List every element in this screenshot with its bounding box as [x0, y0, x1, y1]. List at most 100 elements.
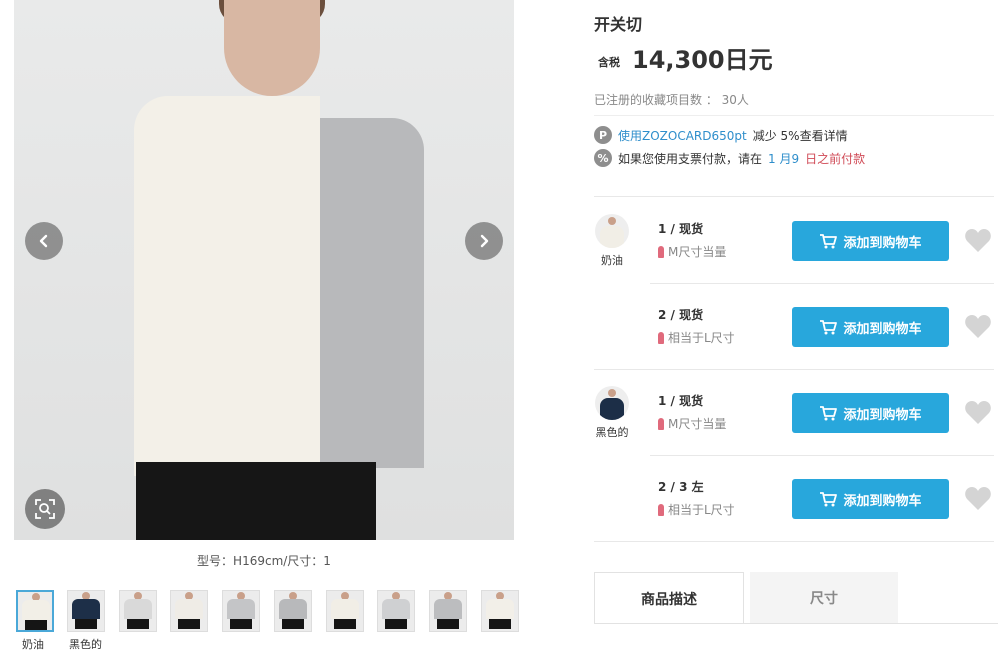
thumbnail[interactable] [170, 590, 208, 632]
thumbnail[interactable] [481, 590, 519, 632]
zozocard-promo: P 使用ZOZOCARD650pt 减少 5%查看详情 [594, 126, 848, 144]
size-note-text: 相当于L尺寸 [668, 331, 735, 345]
thumbnail[interactable] [377, 590, 415, 632]
thumbnail-skirt [334, 619, 356, 629]
color-swatch [595, 386, 629, 420]
tab-description[interactable]: 商品描述 [594, 572, 744, 624]
color-option[interactable]: 黑色的 [594, 386, 630, 440]
thumbnail[interactable] [119, 590, 157, 632]
thumbnail[interactable] [326, 590, 364, 632]
tab-divider [594, 623, 998, 624]
bill-date-month: 1 月9 [768, 151, 800, 166]
color-swatch [595, 214, 629, 248]
size-icon [658, 245, 664, 258]
favorite-heart-icon[interactable] [964, 228, 992, 254]
favorite-heart-icon[interactable] [964, 486, 992, 512]
add-to-cart-label: 添加到购物车 [843, 407, 922, 423]
favorite-heart-icon[interactable] [964, 400, 992, 426]
thumbnail-garment [279, 599, 307, 619]
thumbnail[interactable] [16, 590, 54, 632]
add-to-cart-button[interactable]: 添加到购物车 [792, 393, 949, 433]
prev-image-button[interactable] [25, 222, 63, 260]
chevron-left-icon [39, 234, 48, 248]
bill-payment-promo: % 如果您使用支票付款，请在 1 月9 日之前付款 [594, 149, 865, 167]
size-note: M尺寸当量 [658, 415, 726, 432]
divider [594, 196, 994, 197]
thumbnail-garment [227, 599, 255, 619]
zozocard-text[interactable]: 减少 5%查看详情 [753, 127, 848, 144]
thumbnail-skirt [489, 619, 511, 629]
sweater-cream-half [134, 96, 320, 476]
thumbnail-garment [331, 599, 359, 619]
stock-status: 1 / 现货 [658, 394, 704, 408]
size-icon [658, 331, 664, 344]
model-info: 型号：H169cm/尺寸：1 [197, 554, 331, 568]
thumbnail-garment [22, 600, 50, 620]
bill-text: 如果您使用支票付款，请在 [618, 151, 763, 166]
color-label: 黑色的 [595, 426, 629, 439]
cart-icon [819, 319, 838, 335]
model-skirt [136, 462, 376, 540]
next-image-button[interactable] [465, 222, 503, 260]
thumbnail-garment [124, 599, 152, 619]
cart-icon [819, 491, 838, 507]
bill-date-rest: 日之前付款 [805, 151, 866, 166]
zoom-button[interactable] [25, 489, 65, 529]
row-divider [594, 541, 994, 542]
swatch-model-head [608, 217, 616, 225]
swatch-garment [600, 398, 624, 420]
thumbnail-skirt [385, 619, 407, 629]
model-face [224, 0, 320, 96]
zozocard-link[interactable]: 使用ZOZOCARD650pt [618, 127, 747, 144]
thumbnail-label: 黑色的 [69, 638, 102, 651]
thumbnail-skirt [75, 619, 97, 629]
thumbnail-strip: 奶油 黑色的 [14, 590, 524, 651]
thumbnail[interactable] [222, 590, 260, 632]
sweater-grey-half [320, 118, 424, 468]
tab-size[interactable]: 尺寸 [750, 572, 898, 624]
add-to-cart-button[interactable]: 添加到购物车 [792, 307, 949, 347]
size-icon [658, 503, 664, 516]
thumbnail-skirt [25, 620, 47, 630]
stock-status: 2 / 现货 [658, 308, 704, 322]
bill-icon: % [594, 149, 612, 167]
swatch-garment [600, 226, 624, 248]
thumbnail[interactable] [67, 590, 105, 632]
stock-status: 1 / 现货 [658, 222, 704, 236]
thumbnail-garment [434, 599, 462, 619]
thumbnail-garment [486, 599, 514, 619]
main-product-image[interactable] [14, 0, 514, 540]
color-option[interactable]: 奶油 [594, 214, 630, 268]
add-to-cart-label: 添加到购物车 [843, 235, 922, 251]
favorite-heart-icon[interactable] [964, 314, 992, 340]
add-to-cart-label: 添加到购物车 [843, 493, 922, 509]
thumbnail-skirt [178, 619, 200, 629]
thumbnail-skirt [230, 619, 252, 629]
thumbnail-skirt [437, 619, 459, 629]
zoom-icon [35, 499, 55, 519]
chevron-right-icon [480, 234, 489, 248]
size-note: 相当于L尺寸 [658, 329, 735, 346]
stock-status: 2 / 3 左 [658, 480, 704, 494]
cart-icon [819, 405, 838, 421]
row-divider [594, 369, 994, 370]
add-to-cart-label: 添加到购物车 [843, 321, 922, 337]
add-to-cart-button[interactable]: 添加到购物车 [792, 221, 949, 261]
thumbnail[interactable] [274, 590, 312, 632]
thumbnail[interactable] [429, 590, 467, 632]
size-note-text: M尺寸当量 [668, 245, 727, 259]
thumbnail-skirt [282, 619, 304, 629]
thumbnail-label: 奶油 [22, 638, 44, 651]
tax-included-label: 含税 [598, 56, 620, 69]
price: 14,300日元 [632, 46, 773, 74]
size-note-text: 相当于L尺寸 [668, 503, 735, 517]
thumbnail-garment [382, 599, 410, 619]
favorites-count: 已注册的收藏项目数 ： 30人 [594, 93, 749, 107]
size-note-text: M尺寸当量 [668, 417, 727, 431]
thumbnail-garment [72, 599, 100, 619]
size-note: 相当于L尺寸 [658, 501, 735, 518]
size-icon [658, 417, 664, 430]
row-divider [650, 455, 994, 456]
product-title: 开关切 [594, 15, 643, 34]
add-to-cart-button[interactable]: 添加到购物车 [792, 479, 949, 519]
